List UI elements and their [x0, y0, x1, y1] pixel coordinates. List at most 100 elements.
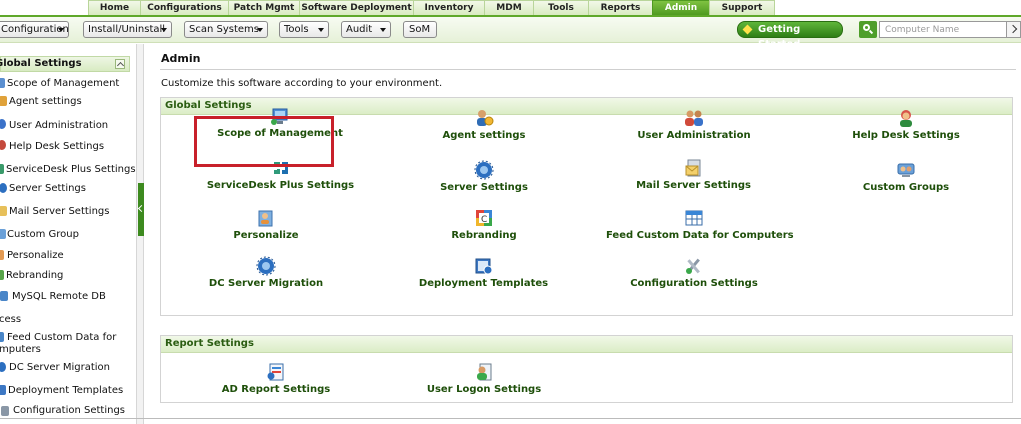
- chevron-down-icon: [257, 28, 263, 32]
- sidebar-item-scope-of-management[interactable]: Scope of Management: [7, 78, 119, 90]
- rebranding-icon: C: [476, 210, 492, 226]
- chevron-down-icon: [58, 28, 64, 32]
- sidebar-item-dc-server-migration[interactable]: DC Server Migration: [9, 362, 110, 374]
- rebranding-label: Rebranding: [451, 230, 517, 241]
- scope-management-icon: [0, 78, 5, 88]
- sidebar-item-server-settings[interactable]: Server Settings: [9, 183, 86, 195]
- agent-settings-link[interactable]: Agent settings: [419, 108, 549, 141]
- sidebar-header-label: Global Settings: [0, 58, 82, 69]
- menu-configurations[interactable]: Configurations: [0, 21, 69, 38]
- som-button[interactable]: SoM: [403, 21, 437, 38]
- feed-custom-data-link[interactable]: Feed Custom Data for Computers: [606, 208, 794, 241]
- report-settings-header: Report Settings: [161, 336, 1012, 353]
- mail-server-icon: [0, 206, 7, 216]
- chevron-right-icon[interactable]: [1007, 21, 1021, 38]
- help-desk-settings-link[interactable]: Help Desk Settings: [841, 108, 971, 141]
- agent-settings-label: Agent settings: [442, 130, 526, 141]
- computer-name-search-input[interactable]: [879, 21, 1007, 38]
- user-administration-icon: [685, 110, 703, 126]
- sidebar-item-configuration-settings[interactable]: Configuration Settings: [13, 405, 125, 417]
- ad-report-icon: [267, 363, 284, 381]
- sidebar-item-custom-group[interactable]: Custom Group: [7, 229, 79, 241]
- sidebar-item-servicedesk-plus-settings[interactable]: ServiceDesk Plus Settings: [6, 164, 136, 176]
- mail-server-settings-label: Mail Server Settings: [636, 180, 751, 191]
- tab-configurations[interactable]: Configurations: [140, 0, 229, 15]
- highlight-box: [194, 116, 334, 167]
- tab-support[interactable]: Support: [709, 0, 775, 15]
- title-divider: [160, 69, 1016, 70]
- chevron-down-icon: [318, 28, 324, 32]
- sidebar-item-help-desk-settings[interactable]: Help Desk Settings: [9, 141, 104, 153]
- sidebar-item-feed-custom-data-continued[interactable]: mputers: [0, 344, 41, 356]
- helpdesk-icon: [0, 140, 6, 150]
- top-navigation: Home Configurations Patch Mgmt Software …: [0, 0, 1021, 17]
- collapse-icon[interactable]: [115, 59, 125, 69]
- personalize-icon: [0, 250, 4, 260]
- main-content: Admin Customize this software according …: [145, 44, 1021, 424]
- agent-settings-icon: [477, 110, 494, 126]
- servicedesk-plus-settings-label: ServiceDesk Plus Settings: [206, 180, 355, 191]
- custom-groups-link[interactable]: Custom Groups: [841, 160, 971, 193]
- menu-scan-systems[interactable]: Scan Systems: [184, 21, 268, 38]
- server-gear-icon: [474, 160, 494, 180]
- configuration-settings-link[interactable]: Configuration Settings: [629, 256, 759, 289]
- menu-install-uninstall[interactable]: Install/Uninstall: [83, 21, 172, 38]
- personalize-label: Personalize: [233, 230, 299, 241]
- tab-inventory[interactable]: Inventory: [413, 0, 485, 15]
- sidebar-item-mysql-remote-db-continued[interactable]: cess: [0, 314, 21, 326]
- menu-tools[interactable]: Tools: [279, 21, 329, 38]
- sidebar: Global Settings Scope of Management Agen…: [0, 44, 137, 424]
- user-administration-icon: [0, 119, 6, 129]
- tab-admin[interactable]: Admin: [652, 0, 710, 15]
- rebranding-link[interactable]: C Rebranding: [419, 208, 549, 241]
- deployment-templates-link[interactable]: Deployment Templates: [406, 256, 561, 289]
- deployment-templates-icon: [475, 258, 492, 275]
- svg-text:C: C: [481, 215, 487, 225]
- menu-audit[interactable]: Audit: [341, 21, 391, 38]
- mail-server-icon: [685, 159, 700, 177]
- sidebar-item-personalize[interactable]: Personalize: [7, 250, 64, 262]
- feed-data-icon: [685, 210, 702, 226]
- feed-custom-data-label: Feed Custom Data for Computers: [606, 230, 794, 241]
- report-settings-panel: Report Settings AD Report Settings User …: [160, 335, 1013, 403]
- database-icon: [0, 291, 8, 301]
- ad-report-settings-label: AD Report Settings: [221, 384, 331, 395]
- personalize-icon: [258, 210, 273, 227]
- chevron-down-icon: [161, 28, 167, 32]
- sidebar-item-user-administration[interactable]: User Administration: [9, 120, 108, 132]
- servicedesk-plus-icon: [0, 164, 4, 174]
- sidebar-collapse-toggle[interactable]: [138, 183, 144, 236]
- server-settings-link[interactable]: Server Settings: [419, 160, 549, 193]
- agent-settings-icon: [0, 96, 7, 106]
- search-icon[interactable]: [859, 21, 877, 38]
- getting-started-button[interactable]: Getting Started: [737, 21, 843, 50]
- tab-home[interactable]: Home: [88, 0, 141, 15]
- personalize-link[interactable]: Personalize: [201, 208, 331, 241]
- sidebar-item-mail-server-settings[interactable]: Mail Server Settings: [9, 206, 109, 218]
- menu-scan-systems-label: Scan Systems: [189, 24, 259, 35]
- user-logon-settings-link[interactable]: User Logon Settings: [414, 362, 554, 395]
- sidebar-item-deployment-templates[interactable]: Deployment Templates: [8, 385, 123, 397]
- dc-server-migration-link[interactable]: DC Server Migration: [201, 256, 331, 289]
- configuration-settings-label: Configuration Settings: [630, 278, 758, 289]
- rebranding-icon: [0, 270, 4, 280]
- mail-server-settings-link[interactable]: Mail Server Settings: [626, 158, 761, 191]
- sidebar-item-rebranding[interactable]: Rebranding: [6, 270, 63, 282]
- page-subtitle: Customize this software according to you…: [161, 78, 443, 89]
- tab-reports[interactable]: Reports: [588, 0, 653, 15]
- sidebar-item-agent-settings[interactable]: Agent settings: [9, 96, 82, 108]
- deployment-templates-icon: [0, 385, 6, 395]
- chevron-down-icon: [380, 28, 386, 32]
- feed-data-icon: [0, 332, 4, 342]
- tab-patch-mgmt[interactable]: Patch Mgmt: [228, 0, 300, 15]
- configuration-tools-icon: [686, 258, 700, 274]
- sidebar-header: Global Settings: [0, 56, 130, 72]
- tab-tools[interactable]: Tools: [533, 0, 589, 15]
- diamond-icon: [742, 24, 753, 35]
- user-administration-link[interactable]: User Administration: [629, 108, 759, 141]
- ad-report-settings-link[interactable]: AD Report Settings: [206, 362, 346, 395]
- tab-mdm[interactable]: MDM: [484, 0, 534, 15]
- tab-software-deployment[interactable]: Software Deployment: [299, 0, 414, 15]
- sidebar-item-mysql-remote-db[interactable]: MySQL Remote DB: [12, 291, 106, 303]
- sidebar-item-feed-custom-data[interactable]: Feed Custom Data for: [7, 332, 116, 344]
